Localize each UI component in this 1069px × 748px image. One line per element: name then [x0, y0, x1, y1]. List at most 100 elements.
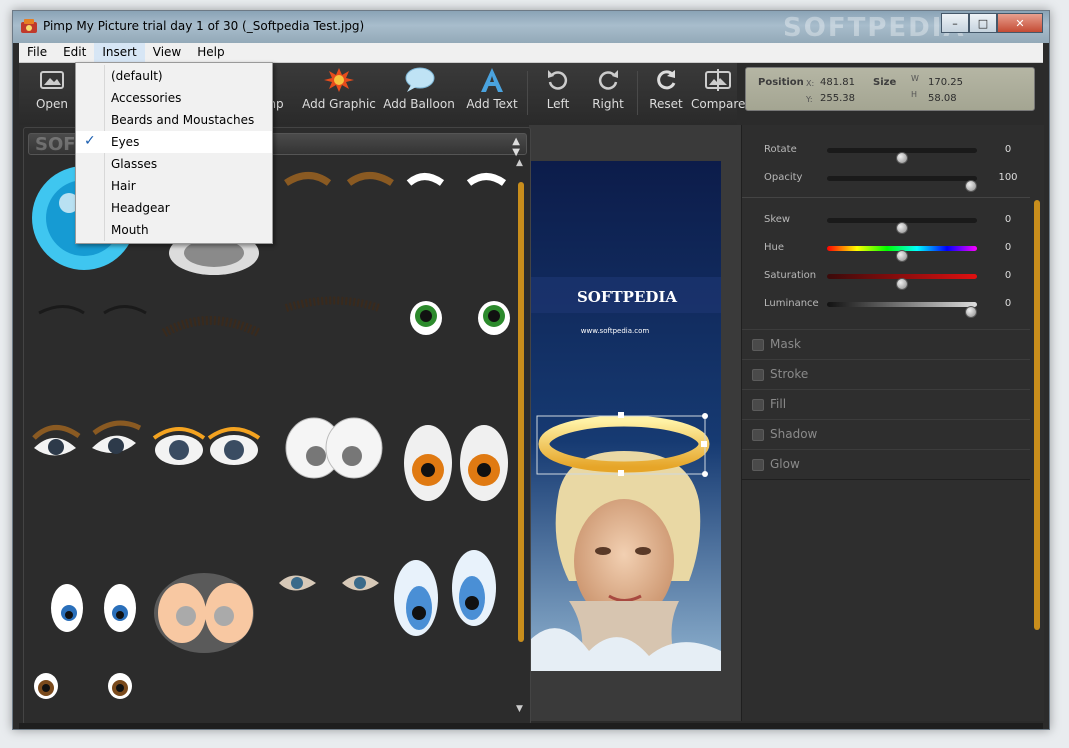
eye-item[interactable]: [152, 427, 261, 465]
insert-menu-dropdown: (default) Accessories Beards and Moustac…: [75, 62, 273, 244]
menu-help[interactable]: Help: [189, 43, 232, 62]
menu-item-label: Mouth: [111, 223, 149, 237]
glow-checkbox[interactable]: [752, 459, 764, 471]
lashes-item[interactable]: [38, 305, 147, 315]
rotate-left-button[interactable]: Left: [533, 63, 583, 123]
section-shadow[interactable]: Shadow: [742, 419, 1030, 450]
y-value: 255.38: [820, 93, 855, 104]
rotate-right-button[interactable]: Right: [583, 63, 633, 123]
menu-file[interactable]: File: [19, 43, 55, 62]
menu-item-label: Accessories: [111, 91, 182, 105]
section-glow[interactable]: Glow: [742, 449, 1030, 480]
menu-insert[interactable]: Insert: [94, 43, 145, 62]
luminance-slider[interactable]: [827, 302, 977, 318]
eye-item[interactable]: [279, 575, 379, 591]
slider-knob[interactable]: [896, 278, 908, 290]
reset-button[interactable]: Reset: [641, 63, 691, 123]
slider-knob[interactable]: [896, 222, 908, 234]
skew-label: Skew: [764, 214, 791, 225]
menu-item-accessories[interactable]: Accessories: [76, 87, 272, 109]
add-balloon-label: Add Balloon: [383, 97, 455, 111]
reset-icon: [657, 70, 676, 90]
eye-item[interactable]: [51, 584, 136, 632]
burst-icon: [324, 68, 354, 92]
x-value: 481.81: [820, 77, 855, 88]
lashes-item[interactable]: [161, 316, 262, 338]
photo-canvas[interactable]: SOFTPEDIA www.softpedia.com: [529, 161, 721, 671]
rotate-slider[interactable]: [827, 148, 977, 164]
hue-slider[interactable]: [827, 246, 977, 262]
slider-knob[interactable]: [896, 152, 908, 164]
menu-item-label: (default): [111, 69, 163, 83]
add-balloon-button[interactable]: Add Balloon: [381, 63, 457, 123]
menu-item-default[interactable]: (default): [76, 65, 272, 87]
compare-button[interactable]: Compare: [691, 63, 745, 123]
eye-item[interactable]: [285, 417, 383, 479]
saturation-slider[interactable]: [827, 274, 977, 290]
opacity-label: Opacity: [764, 172, 803, 183]
glow-label: Glow: [770, 457, 800, 471]
open-button[interactable]: Open: [25, 63, 79, 123]
shadow-checkbox[interactable]: [752, 429, 764, 441]
minimize-button[interactable]: –: [941, 13, 969, 33]
section-mask[interactable]: Mask: [742, 329, 1030, 360]
menu-item-label: Headgear: [111, 201, 170, 215]
shadow-label: Shadow: [770, 427, 818, 441]
eyebrow-item[interactable]: [406, 173, 507, 186]
eyebrow-item[interactable]: [284, 172, 394, 187]
skew-value: 0: [1004, 214, 1012, 225]
add-text-label: Add Text: [466, 97, 518, 111]
slider-knob[interactable]: [965, 306, 977, 318]
scrollbar-thumb[interactable]: [518, 182, 524, 642]
menu-item-beards[interactable]: Beards and Moustaches: [76, 109, 272, 131]
fill-checkbox[interactable]: [752, 399, 764, 411]
menu-item-eyes[interactable]: ✓ Eyes: [76, 131, 272, 153]
section-stroke[interactable]: Stroke: [742, 359, 1030, 390]
rotate-left-icon: [548, 70, 568, 90]
close-button[interactable]: ✕: [997, 13, 1043, 33]
toolbar-separator: [637, 71, 638, 115]
menu-item-mouth[interactable]: Mouth: [76, 219, 272, 241]
skew-slider[interactable]: [827, 218, 977, 234]
menu-item-headgear[interactable]: Headgear: [76, 197, 272, 219]
stroke-label: Stroke: [770, 367, 809, 381]
w-label: W: [911, 74, 919, 83]
saturation-row: Saturation 0: [742, 265, 1028, 290]
menu-item-hair[interactable]: Hair: [76, 175, 272, 197]
status-bar: [19, 723, 1043, 729]
slider-knob[interactable]: [965, 180, 977, 192]
properties-scrollbar[interactable]: [1034, 200, 1040, 630]
window-title: Pimp My Picture trial day 1 of 30 (_Soft…: [43, 19, 365, 33]
scroll-up-icon[interactable]: ▲: [516, 158, 523, 168]
menu-item-label: Eyes: [111, 135, 140, 149]
title-bar[interactable]: Pimp My Picture trial day 1 of 30 (_Soft…: [13, 11, 1049, 43]
rotate-row: Rotate 0: [742, 139, 1028, 164]
eye-item[interactable]: [404, 425, 508, 501]
opacity-slider[interactable]: [827, 176, 977, 192]
menu-view[interactable]: View: [145, 43, 189, 62]
eye-item[interactable]: [394, 550, 496, 636]
menu-item-label: Hair: [111, 179, 136, 193]
add-text-button[interactable]: Add Text: [461, 63, 523, 123]
hue-row: Hue 0: [742, 237, 1028, 262]
scroll-down-icon[interactable]: ▼: [516, 704, 523, 714]
add-graphic-button[interactable]: Add Graphic: [301, 63, 377, 123]
maximize-button[interactable]: □: [969, 13, 997, 33]
menu-edit[interactable]: Edit: [55, 43, 94, 62]
eye-item[interactable]: [410, 301, 510, 335]
luminance-label: Luminance: [764, 298, 819, 309]
menu-item-glasses[interactable]: Glasses: [76, 153, 272, 175]
stroke-checkbox[interactable]: [752, 369, 764, 381]
mask-checkbox[interactable]: [752, 339, 764, 351]
opacity-value: 100: [998, 172, 1018, 183]
section-fill[interactable]: Fill: [742, 389, 1030, 420]
add-graphic-label: Add Graphic: [302, 97, 376, 111]
lashes-item[interactable]: [284, 296, 381, 312]
select-arrow-icon: ▲ ▼: [512, 136, 520, 158]
luminance-value: 0: [1004, 298, 1012, 309]
eye-item[interactable]: [154, 573, 254, 653]
slider-knob[interactable]: [896, 250, 908, 262]
gallery-scrollbar[interactable]: ▲ ▼: [515, 156, 527, 718]
eye-item[interactable]: [32, 420, 142, 456]
eye-item[interactable]: [34, 673, 132, 699]
